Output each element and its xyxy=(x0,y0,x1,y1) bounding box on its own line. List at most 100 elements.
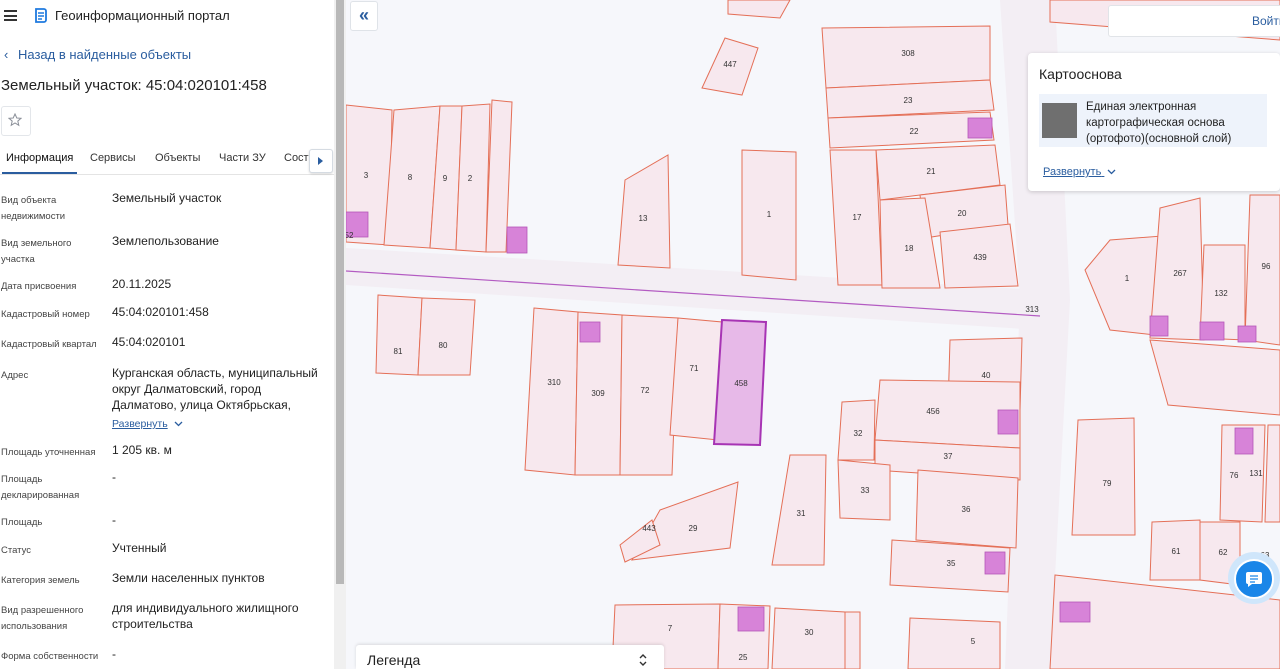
property-value: 1 205 кв. м xyxy=(112,443,172,457)
back-link[interactable]: ‹ Назад в найденные объекты xyxy=(4,47,191,62)
tab-objects[interactable]: Объекты xyxy=(155,152,200,164)
parcel-label: 32 xyxy=(854,429,863,438)
property-label: Вид земельного участка xyxy=(1,238,72,265)
property-label: Площадь уточненная xyxy=(1,447,96,458)
parcel xyxy=(455,103,491,253)
double-chevron-left-icon: « xyxy=(358,5,369,25)
collapse-panel-button[interactable]: « xyxy=(350,1,378,31)
property-label: Площадь декларированная xyxy=(1,474,80,501)
property-value: - xyxy=(112,470,116,484)
tab-bar: Информация Сервисы Объекты Части ЗУ Сост… xyxy=(0,150,334,175)
legend-bar[interactable]: Легенда xyxy=(356,645,664,669)
property-value: 45:04:020101:458 xyxy=(112,305,209,319)
back-link-label: Назад в найденные объекты xyxy=(18,47,192,62)
portal-logo-icon[interactable] xyxy=(33,7,48,24)
parcel-label: 36 xyxy=(962,505,971,514)
chat-button-inner xyxy=(1234,559,1274,599)
property-value: - xyxy=(112,647,116,661)
building xyxy=(984,551,1006,575)
star-icon xyxy=(8,113,22,127)
property-value: Земельный участок xyxy=(112,191,222,205)
panel-scrollbar-thumb[interactable] xyxy=(336,0,344,584)
parcel-label: 309 xyxy=(591,389,605,398)
login-button[interactable]: Войти xyxy=(1108,5,1280,37)
building xyxy=(579,321,601,343)
hamburger-icon[interactable] xyxy=(4,10,17,21)
parcel-label: 61 xyxy=(1172,547,1181,556)
basemap-panel: Картооснова Единая электронная картограф… xyxy=(1028,53,1280,191)
building xyxy=(737,606,765,632)
parcel xyxy=(375,294,423,376)
building xyxy=(967,117,993,139)
building xyxy=(1237,325,1257,343)
parcel xyxy=(907,617,1001,669)
chat-button[interactable] xyxy=(1228,552,1280,604)
parcel-label: 40 xyxy=(982,371,991,380)
property-value: 20.11.2025 xyxy=(112,277,172,291)
parcel-label: 132 xyxy=(1214,289,1228,298)
favorite-button[interactable] xyxy=(1,106,31,136)
parcel-label: 79 xyxy=(1103,479,1112,488)
info-panel: Геоинформационный портал ‹ Назад в найден… xyxy=(0,0,346,669)
expand-collapse-icon xyxy=(639,654,647,666)
building xyxy=(506,226,528,254)
property-label: Вид разрешенного использования xyxy=(1,605,84,632)
tabs-scroll-right-button[interactable] xyxy=(309,149,333,173)
tab-information[interactable]: Информация xyxy=(1,152,78,174)
tab-services[interactable]: Сервисы xyxy=(90,152,136,164)
top-bar: Геоинформационный портал xyxy=(0,0,334,32)
property-value: Земли населенных пунктов xyxy=(112,571,265,585)
basemap-expand-link[interactable]: Развернуть xyxy=(1043,166,1116,178)
parcel-label: 5 xyxy=(971,637,976,646)
legend-label: Легенда xyxy=(367,652,421,668)
parcel-label: 8 xyxy=(408,173,413,182)
app-title: Геоинформационный портал xyxy=(55,8,230,23)
property-label: Дата присвоения xyxy=(1,281,77,292)
basemap-layer-item[interactable]: Единая электронная картографическая осно… xyxy=(1039,94,1267,147)
parcel xyxy=(669,317,723,441)
parcel-label: 22 xyxy=(910,127,919,136)
chevron-left-icon: ‹ xyxy=(4,47,9,62)
property-value: Учтенный xyxy=(112,541,167,555)
parcel xyxy=(1071,417,1136,536)
parcel-label: 308 xyxy=(901,49,915,58)
parcel-label: 29 xyxy=(689,524,698,533)
basemap-title: Картооснова xyxy=(1039,66,1122,82)
address-expand-link[interactable]: Развернуть xyxy=(112,415,327,432)
parcel xyxy=(727,0,791,19)
parcel-label: 35 xyxy=(947,559,956,568)
parcel-label: 267 xyxy=(1173,269,1187,278)
parcel-label: 458 xyxy=(734,379,748,388)
property-label: Форма собственности xyxy=(1,651,99,662)
basemap-thumbnail xyxy=(1042,103,1077,138)
parcel-label: 81 xyxy=(394,347,403,356)
parcel-label: 7 xyxy=(668,624,673,633)
parcel xyxy=(524,307,579,476)
parcel-label: 131 xyxy=(1249,469,1263,478)
parcel-label: 30 xyxy=(805,628,814,637)
parcel xyxy=(619,314,679,476)
parcel-label: 80 xyxy=(439,341,448,350)
address-block: Курганская область, муниципальный округ … xyxy=(112,365,327,432)
tab-parcel-parts[interactable]: Части ЗУ xyxy=(219,152,266,164)
parcel-label: 310 xyxy=(547,378,561,387)
parcel-label: 439 xyxy=(973,253,987,262)
parcel-label: 96 xyxy=(1262,262,1271,271)
parcel xyxy=(771,607,846,669)
property-value: Курганская область, муниципальный округ … xyxy=(112,366,318,412)
parcel-label: 17 xyxy=(853,213,862,222)
parcel-label: 72 xyxy=(641,386,650,395)
building xyxy=(1059,601,1091,623)
parcel-label: 447 xyxy=(723,60,737,69)
property-label: Площадь xyxy=(1,517,43,528)
property-value: Землепользование xyxy=(112,234,219,248)
parcel-label: 71 xyxy=(690,364,699,373)
building xyxy=(1199,321,1225,341)
parcel-label: 76 xyxy=(1230,471,1239,480)
parcel-label: 20 xyxy=(958,209,967,218)
page-title: Земельный участок: 45:04:020101:458 xyxy=(1,77,267,94)
parcel xyxy=(1264,424,1280,523)
parcel-label: 21 xyxy=(927,167,936,176)
parcel-label: 62 xyxy=(1219,548,1228,557)
expand-label: Развернуть xyxy=(112,418,168,430)
